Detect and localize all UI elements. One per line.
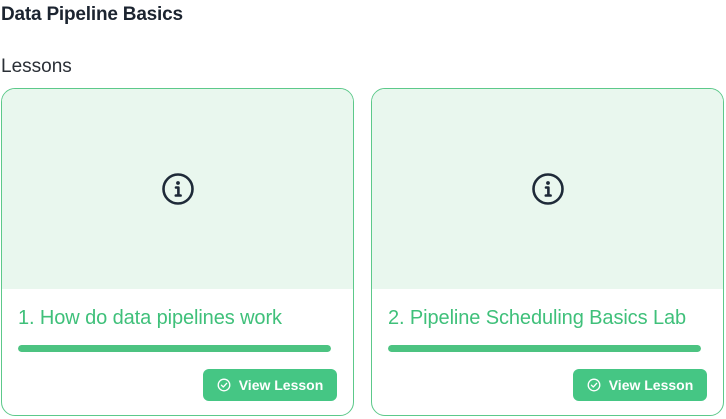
lesson-card: 1. How do data pipelines work View Lesso… [1,88,354,416]
view-lesson-button[interactable]: View Lesson [573,369,707,401]
info-icon [531,173,564,205]
lesson-progress-bar [388,345,701,352]
view-lesson-label: View Lesson [608,377,694,393]
view-lesson-label: View Lesson [238,377,324,393]
lesson-thumbnail [2,89,353,289]
check-circle-icon [217,378,231,392]
check-circle-icon [587,378,601,392]
lesson-progress-bar [18,345,331,352]
view-lesson-button[interactable]: View Lesson [203,369,337,401]
lesson-progress-fill [18,345,331,352]
lesson-title[interactable]: 2. Pipeline Scheduling Basics Lab [388,307,686,330]
lesson-title[interactable]: 1. How do data pipelines work [18,307,282,330]
lesson-card: 2. Pipeline Scheduling Basics Lab View L… [371,88,724,416]
course-title: Data Pipeline Basics [1,4,183,25]
lesson-thumbnail [372,89,723,289]
info-icon [161,173,194,205]
lesson-progress-fill [388,345,701,352]
section-title: Lessons [1,56,72,77]
